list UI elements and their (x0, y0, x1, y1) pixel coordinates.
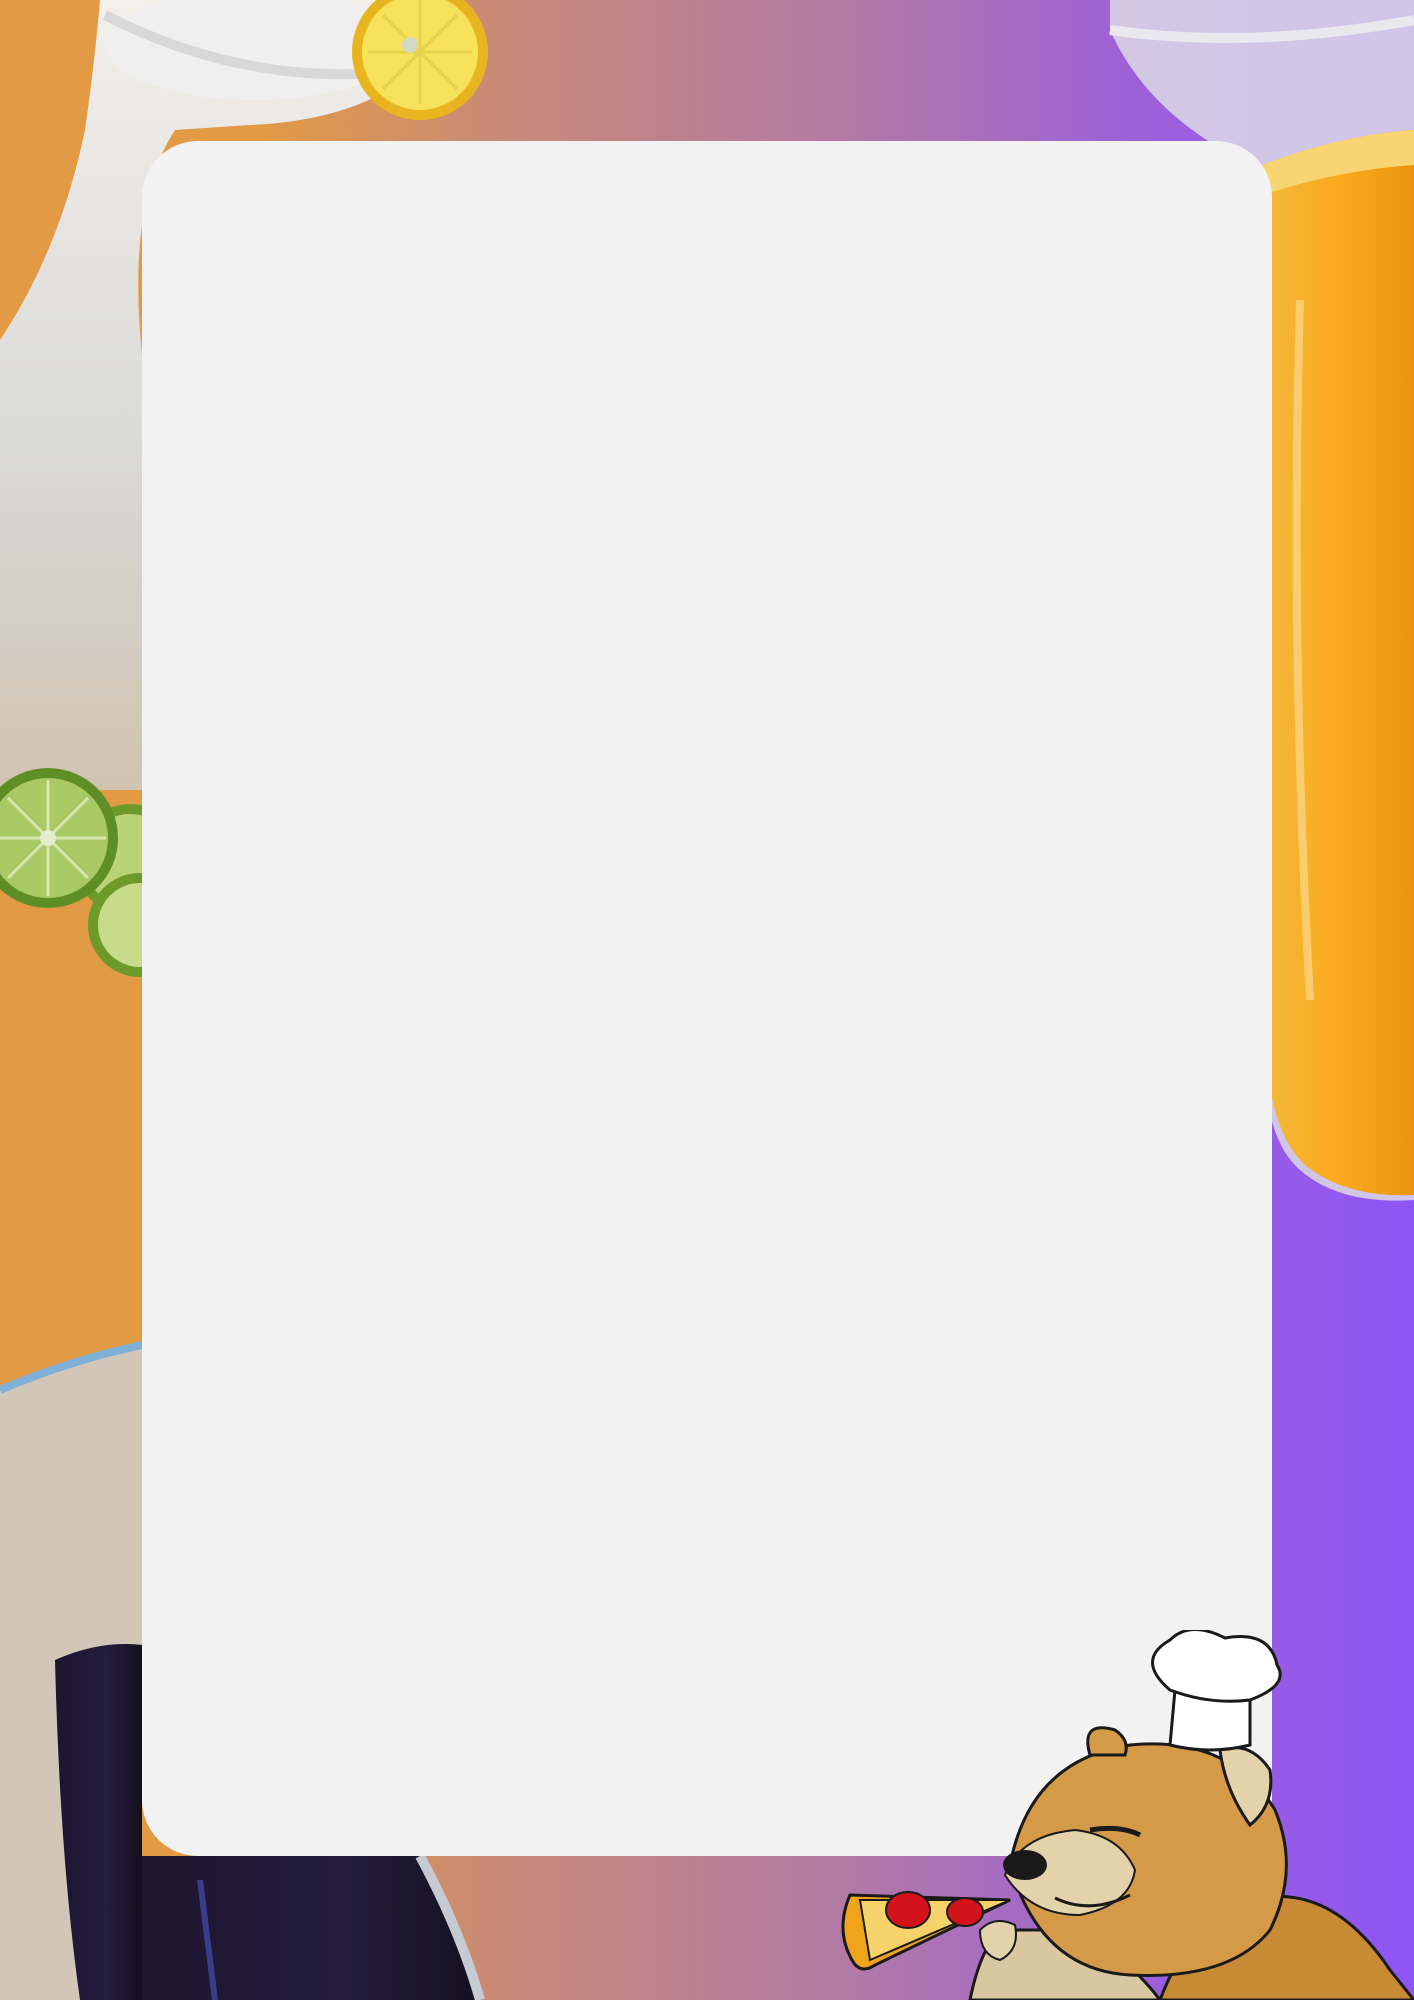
menu-card (142, 141, 1272, 1856)
menu-template-page (0, 0, 1414, 2000)
lemon-slice-image (352, 0, 488, 120)
chef-hat-icon (1151, 1630, 1282, 1752)
shiba-chef-mascot (841, 1630, 1414, 2000)
